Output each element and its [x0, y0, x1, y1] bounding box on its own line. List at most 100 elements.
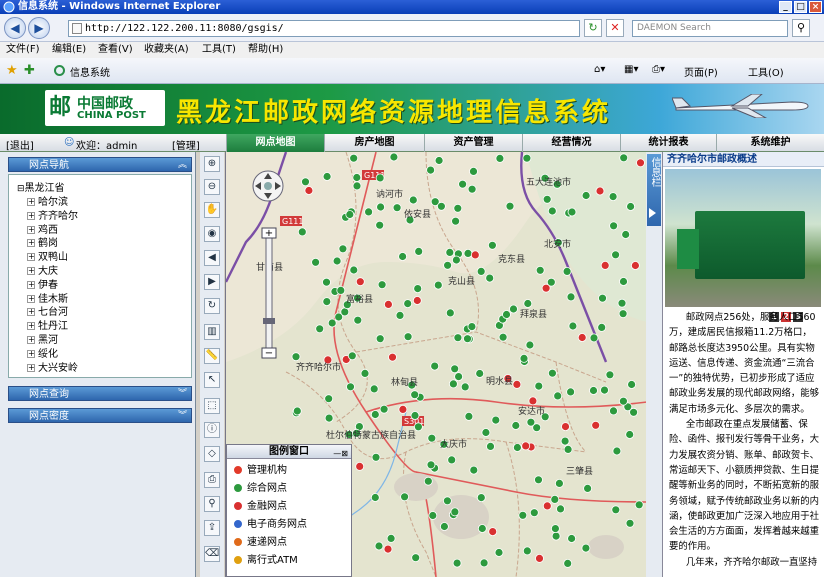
refresh-map-icon[interactable]: ↻	[204, 298, 220, 314]
network-point-icon[interactable]	[467, 322, 477, 332]
pan-hand-icon[interactable]: ✋	[204, 202, 220, 218]
legend-item[interactable]: 综合网点	[233, 483, 287, 495]
network-point-icon[interactable]	[488, 527, 498, 537]
pan-control[interactable]	[252, 170, 284, 202]
network-point-icon[interactable]	[525, 340, 535, 350]
tree-expand-icon[interactable]: +	[27, 267, 35, 275]
tree-expand-icon[interactable]: +	[27, 253, 35, 262]
identify-icon[interactable]: ⓘ	[204, 422, 220, 438]
network-point-icon[interactable]	[453, 203, 463, 213]
tree-item-0[interactable]: + 哈尔滨	[27, 193, 68, 208]
network-point-icon[interactable]	[413, 284, 423, 294]
network-point-icon[interactable]	[554, 478, 564, 488]
section-network-nav[interactable]: 网点导航 ︽	[8, 157, 192, 172]
network-point-icon[interactable]	[608, 192, 618, 201]
zoom-out-icon[interactable]: ⊖	[204, 179, 220, 195]
legend-item[interactable]: 速递网点	[233, 537, 287, 549]
network-point-icon[interactable]	[589, 386, 598, 395]
tab-asset-management[interactable]: 资产管理	[424, 134, 522, 152]
network-point-icon[interactable]	[375, 173, 385, 183]
network-point-icon[interactable]	[426, 460, 436, 470]
network-point-icon[interactable]	[370, 410, 380, 419]
collapse-arrow-icon[interactable]	[649, 208, 656, 218]
network-point-icon[interactable]	[534, 381, 544, 391]
network-point-icon[interactable]	[377, 280, 387, 290]
network-point-icon[interactable]	[542, 501, 552, 511]
network-point-icon[interactable]	[505, 201, 515, 211]
network-point-icon[interactable]	[403, 332, 413, 342]
expand-icon[interactable]: ︾	[178, 387, 187, 402]
network-point-icon[interactable]	[383, 544, 393, 554]
network-point-icon[interactable]	[532, 423, 542, 433]
page-menu[interactable]: 页面(P)	[684, 64, 718, 79]
select-arrow-icon[interactable]: ↖	[204, 372, 220, 388]
network-point-icon[interactable]	[355, 461, 365, 471]
network-point-icon[interactable]	[566, 292, 576, 302]
network-point-icon[interactable]	[423, 476, 433, 486]
tools-menu[interactable]: 工具(O)	[748, 64, 784, 79]
network-point-icon[interactable]	[512, 443, 522, 452]
previous-extent-icon[interactable]: ◀	[204, 250, 220, 266]
info-tab[interactable]: 信息栏	[646, 152, 662, 577]
network-point-icon[interactable]	[400, 492, 410, 502]
network-point-icon[interactable]	[634, 500, 644, 510]
network-point-icon[interactable]	[563, 444, 573, 454]
network-point-icon[interactable]	[595, 186, 605, 196]
tree-item-5[interactable]: + 大庆	[27, 262, 58, 277]
network-point-icon[interactable]	[460, 382, 470, 392]
network-point-icon[interactable]	[403, 299, 413, 309]
network-point-icon[interactable]	[618, 309, 628, 319]
network-point-icon[interactable]	[550, 494, 560, 504]
exit-link[interactable]: [退出]	[6, 137, 34, 152]
network-point-icon[interactable]	[291, 352, 301, 362]
network-point-icon[interactable]	[485, 273, 495, 283]
home-icon[interactable]: ⌂▾	[594, 64, 605, 75]
network-point-icon[interactable]	[349, 153, 359, 163]
menu-help[interactable]: 帮助(H)	[248, 42, 283, 58]
network-point-icon[interactable]	[322, 172, 332, 181]
tree-expand-icon[interactable]: +	[27, 308, 35, 317]
network-point-icon[interactable]	[451, 216, 461, 226]
network-point-icon[interactable]	[630, 261, 640, 270]
tree-item-8[interactable]: + 七台河	[27, 303, 68, 318]
network-point-icon[interactable]	[430, 361, 440, 371]
legend-window[interactable]: 图例窗口 —⊠ 管理机构 综合网点 金融网点 电子商务网点 速递网点 离行式ATM	[226, 444, 352, 577]
network-point-icon[interactable]	[475, 369, 485, 378]
network-point-icon[interactable]	[550, 524, 560, 534]
polygon-select-icon[interactable]: ◇	[204, 446, 220, 462]
search-icon[interactable]: ⚲	[792, 19, 810, 37]
network-point-icon[interactable]	[439, 522, 449, 531]
add-favorite-icon[interactable]: ✚	[24, 63, 35, 78]
network-point-icon[interactable]	[547, 206, 557, 216]
network-point-icon[interactable]	[534, 475, 543, 485]
tree-item-4[interactable]: + 双鸭山	[27, 248, 68, 263]
tree-item-1[interactable]: + 齐齐哈尔	[27, 207, 78, 222]
network-point-icon[interactable]	[583, 483, 593, 493]
network-point-icon[interactable]	[332, 256, 342, 266]
network-point-icon[interactable]	[521, 441, 531, 451]
network-point-icon[interactable]	[528, 396, 538, 406]
tree-expand-icon[interactable]: +	[27, 363, 35, 372]
network-point-icon[interactable]	[463, 249, 473, 258]
network-point-icon[interactable]	[458, 179, 468, 189]
network-point-icon[interactable]	[611, 250, 621, 260]
network-point-icon[interactable]	[556, 504, 565, 514]
network-point-icon[interactable]	[447, 455, 457, 465]
network-point-icon[interactable]	[450, 507, 460, 517]
search-input[interactable]: DAEMON Search	[632, 20, 788, 37]
network-point-icon[interactable]	[374, 541, 384, 551]
network-point-icon[interactable]	[609, 221, 619, 231]
network-point-icon[interactable]	[629, 407, 639, 417]
tab-statistics[interactable]: 统计报表	[620, 134, 716, 152]
network-point-icon[interactable]	[388, 352, 397, 362]
network-point-icon[interactable]	[469, 166, 478, 176]
tree-expand-icon[interactable]: +	[27, 239, 35, 248]
print-icon[interactable]: ⎙▾	[652, 64, 665, 75]
tree-expand-icon[interactable]: +	[27, 349, 35, 358]
network-point-icon[interactable]	[353, 315, 363, 325]
network-point-icon[interactable]	[562, 267, 572, 276]
tree-item-7[interactable]: + 佳木斯	[27, 290, 68, 305]
network-point-icon[interactable]	[477, 524, 487, 533]
network-point-icon[interactable]	[375, 220, 385, 230]
network-point-icon[interactable]	[611, 505, 621, 515]
